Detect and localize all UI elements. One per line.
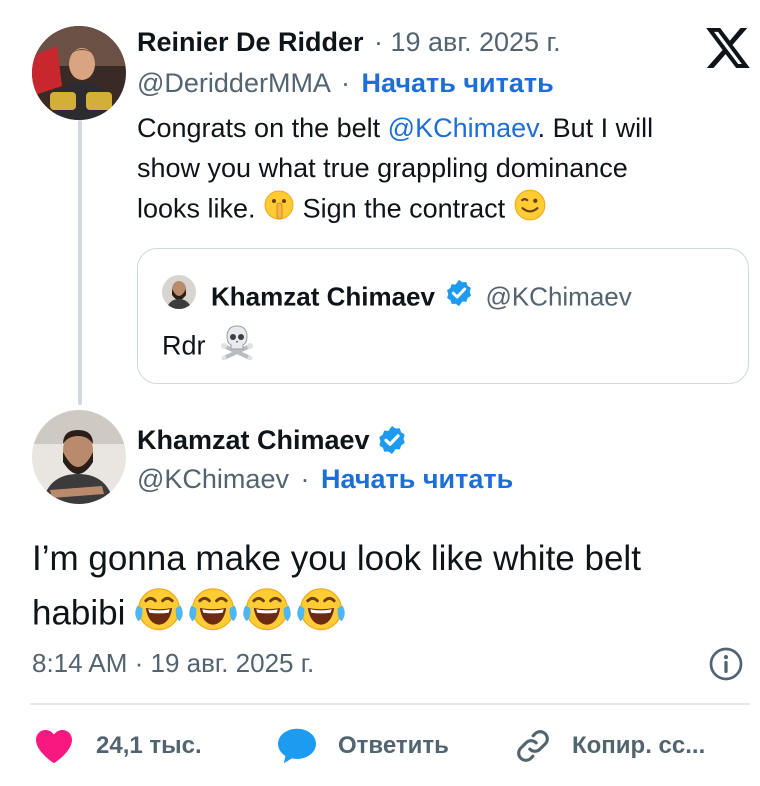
divider	[30, 703, 750, 705]
verified-badge-icon	[444, 278, 474, 315]
laughing-face-icon	[243, 584, 291, 646]
main-header: Khamzat Chimaev	[137, 424, 408, 466]
tweet-date: · 19 авг. 2025 г.	[374, 27, 561, 57]
reinier-avatar[interactable]	[32, 26, 126, 120]
laughing-face-icon	[189, 584, 237, 646]
link-icon	[514, 727, 552, 765]
verified-badge-icon	[376, 424, 408, 461]
reply-handle-row: @DeridderMMA · Начать читать	[137, 68, 554, 99]
author-handle[interactable]: @DeridderMMA	[137, 68, 329, 98]
text-segment: . But I will	[537, 113, 654, 143]
speech-bubble-icon	[276, 727, 318, 765]
reply-header: Reinier De Ridder · 19 авг. 2025 г.	[137, 27, 561, 58]
chimaev-small-avatar	[162, 275, 196, 309]
quoted-text: Rdr	[162, 324, 255, 371]
text-segment: Sign the contract	[295, 193, 513, 224]
copy-link-button[interactable]: Копир. сс...	[514, 726, 705, 766]
author-handle[interactable]: @KChimaev	[137, 464, 289, 494]
separator: ·	[300, 464, 310, 494]
quoted-handle: @KChimaev	[485, 281, 632, 312]
separator: ·	[340, 68, 350, 98]
thread-connector	[78, 120, 82, 405]
winking-face-icon	[513, 188, 547, 233]
quoted-author-name: Khamzat Chimaev	[211, 281, 435, 312]
tweet-timestamp[interactable]: 8:14 AM · 19 авг. 2025 г.	[32, 648, 314, 679]
quoted-tweet-card[interactable]: Khamzat Chimaev @KChimaev Rdr	[137, 248, 749, 384]
main-handle-row: @KChimaev · Начать читать	[137, 464, 513, 495]
laughing-face-icon	[297, 584, 345, 646]
heart-icon	[34, 728, 74, 764]
like-count: 24,1 тыс.	[96, 732, 202, 759]
text-segment: Congrats on the belt	[137, 113, 388, 143]
copy-link-label: Копир. сс...	[572, 732, 706, 759]
follow-button[interactable]: Начать читать	[321, 464, 513, 494]
text-line: I’m gonna make you look like white belt	[32, 539, 641, 578]
quoted-text-value: Rdr	[162, 330, 206, 361]
skull-crossbones-icon	[219, 324, 255, 367]
chimaev-avatar[interactable]	[32, 410, 126, 504]
mention-link[interactable]: @KChimaev	[388, 113, 538, 143]
follow-button[interactable]: Начать читать	[362, 68, 554, 98]
text-segment: looks like.	[137, 193, 264, 224]
x-logo-icon[interactable]	[706, 28, 750, 68]
author-name[interactable]: Khamzat Chimaev	[137, 425, 370, 455]
reply-button[interactable]: Ответить	[276, 726, 449, 766]
shushing-face-icon	[263, 189, 295, 232]
reply-label: Ответить	[338, 732, 449, 759]
text-line: show you what true grappling dominance	[137, 153, 628, 183]
quoted-header: Khamzat Chimaev @KChimaev	[211, 278, 632, 319]
like-button[interactable]: 24,1 тыс.	[34, 726, 202, 766]
main-text: I’m gonna make you look like white belt …	[32, 534, 641, 646]
text-segment: habibi	[32, 593, 136, 633]
info-icon[interactable]	[708, 646, 744, 682]
reply-text: Congrats on the belt @KChimaev. But I wi…	[137, 108, 653, 233]
laughing-face-icon	[135, 584, 183, 646]
author-name[interactable]: Reinier De Ridder	[137, 27, 364, 57]
